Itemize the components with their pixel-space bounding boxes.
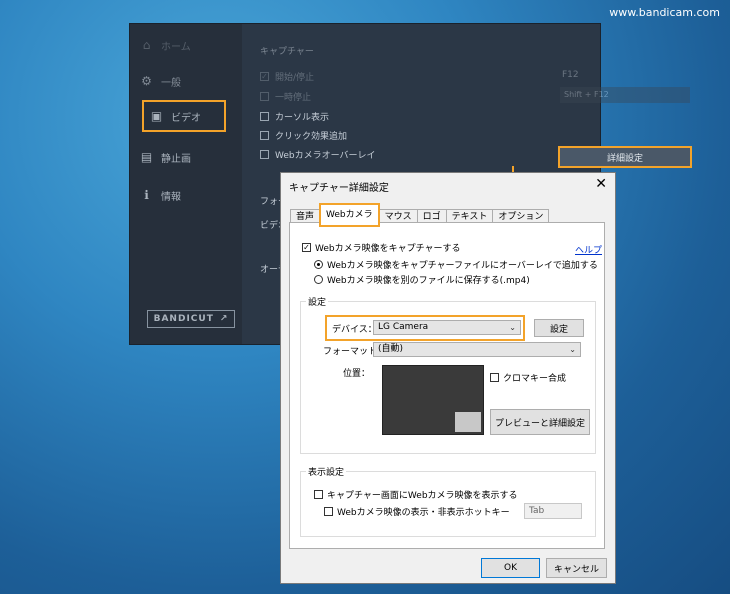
sidebar-item-label: ホーム — [161, 41, 191, 53]
gear-icon: ⚙ — [141, 73, 152, 88]
capture-section-title: キャプチャー — [260, 47, 314, 57]
checkbox[interactable] — [260, 150, 269, 159]
checkbox[interactable] — [260, 92, 269, 101]
chevron-down-icon: ⌄ — [569, 345, 576, 354]
chroma-key-option[interactable]: クロマキー合成 — [490, 371, 566, 384]
capture-webcam-option[interactable]: ✓ Webカメラ映像をキャプチャーする — [302, 241, 461, 254]
sidebar-item-video[interactable]: ▣ ビデオ — [142, 100, 226, 132]
option-cursor[interactable]: カーソル表示 — [260, 110, 329, 123]
checkbox[interactable] — [260, 112, 269, 121]
show-on-screen-option[interactable]: キャプチャー画面にWebカメラ映像を表示する — [314, 488, 518, 501]
sidebar-item-label: 一般 — [161, 77, 181, 89]
radio-button[interactable] — [314, 260, 323, 269]
preview-settings-button[interactable]: プレビューと詳細設定 — [490, 409, 590, 435]
position-label: 位置： — [343, 369, 371, 379]
show-on-screen-label: キャプチャー画面にWebカメラ映像を表示する — [327, 491, 518, 501]
option-label: 一時停止 — [275, 93, 312, 103]
option-label: Webカメラオーバーレイ — [275, 151, 376, 161]
option-webcam-overlay[interactable]: Webカメラオーバーレイ — [260, 148, 376, 161]
info-icon: ℹ — [144, 187, 149, 202]
bandicut-button[interactable]: BANDICUT ↗ — [147, 310, 235, 328]
checkbox[interactable]: ✓ — [260, 72, 269, 81]
option-click-effect[interactable]: クリック効果追加 — [260, 129, 347, 142]
watermark: www.bandicam.com — [609, 6, 720, 19]
sidebar-item-general[interactable]: ⚙ 一般 — [140, 68, 238, 94]
radio-separate-label: Webカメラ映像を別のファイルに保存する(.mp4) — [327, 276, 530, 286]
option-pause[interactable]: 一時停止 — [260, 90, 311, 103]
webcam-position-marker[interactable] — [455, 412, 481, 432]
settings-group-label: 設定 — [306, 295, 329, 308]
video-settings-icon: ▣ — [150, 108, 163, 123]
device-label: デバイス： — [332, 325, 377, 335]
capture-advanced-settings-dialog: キャプチャー詳細設定 ✕ 音声 Webカメラ マウス ロゴ テキスト オプション… — [280, 172, 616, 584]
hotkey-start-stop: F12 — [562, 70, 579, 80]
bandicut-label: BANDICUT — [153, 314, 214, 324]
sidebar: ⌂ ホーム ⚙ 一般 ▣ ビデオ ▤ 静止画 ℹ 情報 BANDICUT ↗ — [130, 24, 242, 344]
format-select[interactable]: (自動) ⌄ — [373, 342, 581, 357]
hotkey-option[interactable]: Webカメラ映像の表示・非表示ホットキー — [324, 505, 510, 518]
option-start-stop[interactable]: ✓ 開始/停止 — [260, 70, 314, 83]
tab-bar: 音声 Webカメラ マウス ロゴ テキスト オプション — [290, 203, 550, 227]
sidebar-item-image[interactable]: ▤ 静止画 — [140, 144, 238, 170]
sidebar-item-label: 静止画 — [161, 153, 191, 165]
advanced-settings-button[interactable]: 詳細設定 — [558, 146, 692, 168]
checkbox[interactable] — [314, 490, 323, 499]
help-link[interactable]: ヘルプ — [575, 243, 602, 256]
display-group-label: 表示設定 — [306, 465, 347, 478]
checkbox[interactable]: ✓ — [302, 243, 311, 252]
ok-button[interactable]: OK — [481, 558, 540, 578]
webcam-position-preview[interactable] — [382, 365, 484, 435]
sidebar-item-label: ビデオ — [171, 112, 201, 124]
chroma-key-label: クロマキー合成 — [503, 374, 567, 384]
radio-overlay-label: Webカメラ映像をキャプチャーファイルにオーバーレイで追加する — [327, 261, 598, 271]
checkbox[interactable] — [490, 373, 499, 382]
hotkey-label: Webカメラ映像の表示・非表示ホットキー — [337, 508, 510, 518]
device-select[interactable]: LG Camera ⌄ — [373, 320, 521, 335]
sidebar-item-label: 情報 — [161, 191, 181, 203]
dialog-title: キャプチャー詳細設定 — [289, 183, 389, 194]
option-label: 開始/停止 — [275, 73, 315, 83]
radio-separate-option[interactable]: Webカメラ映像を別のファイルに保存する(.mp4) — [314, 273, 530, 286]
device-value: LG Camera — [378, 322, 429, 332]
chevron-down-icon: ⌄ — [509, 323, 516, 332]
close-icon[interactable]: ✕ — [595, 176, 607, 192]
hotkey-input[interactable]: Tab — [524, 503, 582, 519]
option-label: クリック効果追加 — [275, 132, 348, 142]
sidebar-item-home[interactable]: ⌂ ホーム — [140, 32, 238, 58]
format-value: (自動) — [378, 344, 404, 354]
option-label: カーソル表示 — [275, 113, 330, 123]
external-link-icon: ↗ — [219, 314, 229, 324]
checkbox[interactable] — [260, 131, 269, 140]
webcam-tab-panel: ✓ Webカメラ映像をキャプチャーする ヘルプ Webカメラ映像をキャプチャーフ… — [289, 222, 605, 549]
sidebar-item-info[interactable]: ℹ 情報 — [140, 182, 238, 208]
radio-button[interactable] — [314, 275, 323, 284]
hotkey-pause[interactable]: Shift + F12 — [560, 87, 690, 103]
device-settings-button[interactable]: 設定 — [534, 319, 584, 337]
capture-webcam-label: Webカメラ映像をキャプチャーする — [315, 244, 461, 254]
image-icon: ▤ — [140, 149, 153, 164]
tab-webcam[interactable]: Webカメラ — [319, 203, 380, 227]
radio-overlay-option[interactable]: Webカメラ映像をキャプチャーファイルにオーバーレイで追加する — [314, 258, 598, 271]
home-icon: ⌂ — [142, 37, 151, 52]
checkbox[interactable] — [324, 507, 333, 516]
cancel-button[interactable]: キャンセル — [546, 558, 607, 578]
